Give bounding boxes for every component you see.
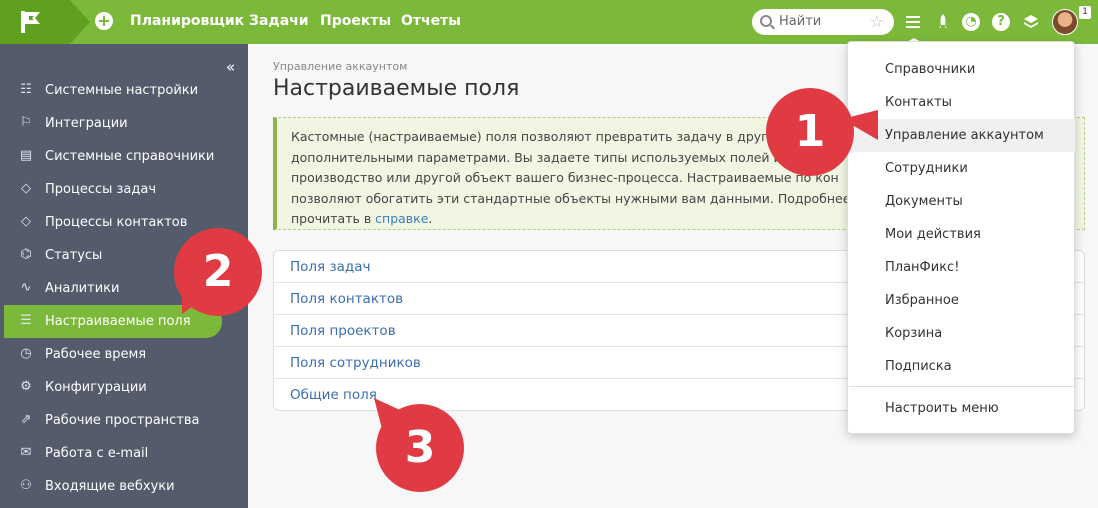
info-text-fragment: . (428, 211, 433, 226)
menu-divider (849, 386, 1075, 387)
marker-3: 3 (376, 404, 464, 492)
nav-tasks[interactable]: Задачи (249, 13, 309, 29)
sidebar-item-label: Конфигурации (45, 380, 147, 395)
menu-item-directories[interactable]: Справочники (849, 53, 1075, 86)
sidebar-item-label: Аналитики (45, 281, 120, 296)
directory-icon: ▤ (19, 148, 33, 163)
sidebar-item-webhooks[interactable]: ⚇ Входящие вебхуки (4, 470, 222, 503)
star-icon[interactable]: ☆ (870, 12, 884, 31)
sidebar-item-task-processes[interactable]: ◇ Процессы задач (4, 173, 222, 206)
avatar[interactable] (1052, 9, 1078, 35)
employee-fields-link[interactable]: Поля сотрудников (290, 355, 421, 371)
menu-item-trash[interactable]: Корзина (849, 317, 1075, 350)
search-input[interactable]: Найти ☆ (752, 9, 894, 35)
contact-fields-link[interactable]: Поля контактов (290, 291, 403, 307)
menu-item-label: Контакты (885, 95, 952, 110)
analytics-icon: ∿ (20, 280, 32, 295)
marker-2: 2 (174, 228, 262, 316)
menu-item-contacts[interactable]: Контакты (849, 86, 1075, 119)
info-line: позволяют обогатить эти стандартные объе… (291, 190, 851, 206)
webhook-icon: ⚇ (20, 478, 32, 493)
menu-item-my-actions[interactable]: Мои действия (849, 218, 1075, 251)
marker-1: 1 (766, 88, 854, 176)
sidebar-item-label: Входящие вебхуки (45, 479, 175, 494)
sidebar-item-label: Статусы (45, 248, 103, 263)
menu-item-label: Справочники (885, 62, 976, 77)
rocket-icon[interactable] (933, 12, 953, 32)
sidebar-item-email[interactable]: ✉ Работа с e-mail (4, 437, 222, 470)
help-icon[interactable]: ? (992, 13, 1010, 31)
menu-item-label: Избранное (885, 293, 959, 308)
main-menu-dropdown: Справочники Контакты Управление аккаунто… (847, 41, 1075, 434)
sidebar-item-label: Процессы контактов (45, 215, 188, 230)
notification-badge: 1 (1079, 6, 1091, 19)
menu-item-subscription[interactable]: Подписка (849, 350, 1075, 383)
sidebar-item-custom-fields[interactable]: ☰ Настраиваемые поля (4, 305, 222, 338)
mail-icon: ✉ (20, 445, 32, 460)
sidebar-item-system-settings[interactable]: ☷ Системные настройки (4, 74, 222, 107)
nav-planner[interactable]: Планировщик (130, 13, 244, 29)
rocket-icon: ⇗ (20, 412, 32, 427)
menu-item-configure-menu[interactable]: Настроить меню (849, 392, 1075, 425)
add-icon[interactable] (95, 12, 113, 30)
nav-projects[interactable]: Проекты (320, 13, 391, 29)
fields-icon: ☰ (20, 313, 32, 328)
info-line-last: прочитать в справке. (291, 209, 851, 230)
breadcrumb[interactable]: Управление аккаунтом (273, 60, 407, 73)
sidebar-item-label: Системные настройки (45, 83, 199, 98)
sidebar-item-workspaces[interactable]: ⇗ Рабочие пространства (4, 404, 222, 437)
layers-icon[interactable] (1021, 12, 1041, 32)
menu-item-label: Документы (885, 194, 963, 209)
menu-item-label: Подписка (885, 359, 952, 374)
menu-item-account-management[interactable]: Управление аккаунтом (849, 119, 1075, 152)
help-link[interactable]: справке (375, 211, 428, 226)
menu-icon[interactable] (903, 12, 923, 32)
info-text-fragment: прочитать в (291, 211, 376, 226)
clock-icon: ◷ (20, 346, 32, 361)
sidebar-item-label: Настраиваемые поля (45, 314, 191, 329)
common-fields-link[interactable]: Общие поля (290, 387, 377, 403)
menu-item-label: Настроить меню (885, 401, 999, 416)
sidebar-item-configurations[interactable]: ⚙ Конфигурации (4, 371, 222, 404)
nav-reports[interactable]: Отчеты (401, 13, 461, 29)
process-icon: ◇ (21, 181, 31, 196)
process-icon: ◇ (21, 214, 31, 229)
integration-icon: ⚐ (20, 115, 32, 130)
sidebar-item-label: Процессы задач (45, 182, 157, 197)
menu-item-label: Управление аккаунтом (885, 128, 1044, 143)
sliders-icon: ☷ (20, 82, 32, 97)
menu-item-favorites[interactable]: Избранное (849, 284, 1075, 317)
sidebar-item-label: Рабочее время (45, 347, 147, 362)
sidebar-item-system-directories[interactable]: ▤ Системные справочники (4, 140, 222, 173)
menu-item-label: ПланФикс! (885, 260, 960, 275)
sidebar-item-label: Системные справочники (45, 149, 215, 164)
menu-item-label: Корзина (885, 326, 943, 341)
sidebar-item-label: Работа с e-mail (45, 446, 149, 461)
status-icon: ⌬ (20, 247, 32, 262)
menu-item-documents[interactable]: Документы (849, 185, 1075, 218)
project-fields-link[interactable]: Поля проектов (290, 323, 396, 339)
menu-item-label: Сотрудники (885, 161, 968, 176)
sidebar-item-integrations[interactable]: ⚐ Интеграции (4, 107, 222, 140)
sidebar-item-label: Рабочие пространства (45, 413, 200, 428)
search-icon (760, 15, 772, 27)
sidebar-item-contact-processes[interactable]: ◇ Процессы контактов (4, 206, 222, 239)
top-bar: Планировщик Задачи Проекты Отчеты Найти … (0, 0, 1098, 44)
collapse-sidebar-icon[interactable]: « (226, 58, 235, 76)
info-line: дополнительными параметрами. Вы задаете … (291, 149, 782, 165)
search-placeholder: Найти (779, 14, 822, 29)
info-line: производство или другой объект вашего би… (291, 170, 839, 185)
gear-icon: ⚙ (20, 379, 32, 394)
flag-logo-icon (21, 11, 40, 33)
menu-item-planfix[interactable]: ПланФикс! (849, 251, 1075, 284)
sidebar-item-label: Интеграции (45, 116, 128, 131)
menu-item-label: Мои действия (885, 227, 981, 242)
task-fields-link[interactable]: Поля задач (290, 259, 371, 275)
clock-icon[interactable]: ◔ (962, 13, 980, 31)
logo[interactable] (0, 0, 90, 44)
sidebar-item-working-time[interactable]: ◷ Рабочее время (4, 338, 222, 371)
page-title: Настраиваемые поля (273, 76, 520, 101)
menu-item-employees[interactable]: Сотрудники (849, 152, 1075, 185)
